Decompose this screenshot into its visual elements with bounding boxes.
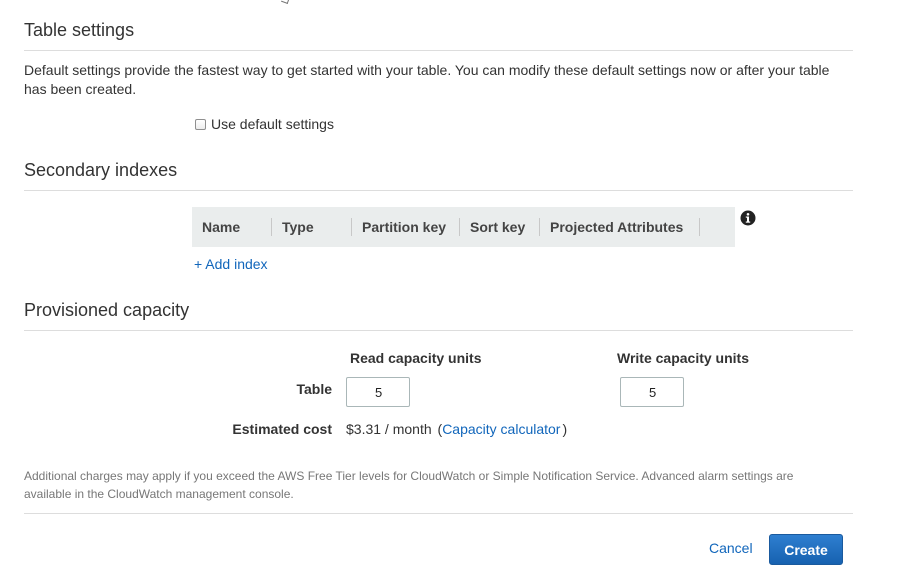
table-settings-description: Default settings provide the fastest way…	[24, 62, 830, 97]
clipped-fragment	[281, 0, 290, 4]
info-icon[interactable]	[740, 210, 756, 226]
write-capacity-header: Write capacity units	[617, 350, 750, 366]
estimated-cost-label: Estimated cost	[232, 421, 332, 437]
footer-divider	[24, 513, 853, 514]
table-row-label: Table	[296, 381, 332, 397]
column-header-type[interactable]: Type	[272, 218, 352, 236]
create-button[interactable]: Create	[769, 534, 843, 565]
secondary-indexes-title: Secondary indexes	[24, 160, 178, 180]
use-default-settings-label: Use default settings	[211, 116, 334, 132]
column-header-name[interactable]: Name	[192, 218, 272, 236]
capacity-calculator-link[interactable]: Capacity calculator	[442, 421, 560, 437]
column-header-partition-key[interactable]: Partition key	[352, 218, 460, 236]
add-index-link[interactable]: + Add index	[194, 256, 268, 273]
paren-close: )	[562, 421, 568, 437]
table-settings-title: Table settings	[24, 20, 135, 40]
secondary-indexes-divider	[24, 190, 853, 191]
provisioned-capacity-title: Provisioned capacity	[24, 300, 190, 320]
secondary-indexes-table-header: Name Type Partition key Sort key Project…	[192, 207, 735, 247]
read-capacity-input[interactable]	[346, 377, 410, 407]
estimated-cost-line: $3.31 / month (Capacity calculator)	[346, 421, 567, 438]
column-header-sort-key[interactable]: Sort key	[460, 218, 540, 236]
provisioned-capacity-divider	[24, 330, 853, 331]
use-default-settings-checkbox-row[interactable]: Use default settings	[195, 115, 334, 133]
write-capacity-input[interactable]	[620, 377, 684, 407]
read-capacity-header: Read capacity units	[350, 350, 482, 366]
use-default-settings-checkbox[interactable]	[195, 118, 206, 130]
table-settings-divider	[24, 50, 853, 51]
additional-charges-note: Additional charges may apply if you exce…	[24, 469, 794, 501]
column-header-projected-attributes[interactable]: Projected Attributes	[540, 218, 700, 236]
cancel-button[interactable]: Cancel	[709, 540, 753, 557]
estimated-cost-value: $3.31 / month	[346, 421, 432, 437]
